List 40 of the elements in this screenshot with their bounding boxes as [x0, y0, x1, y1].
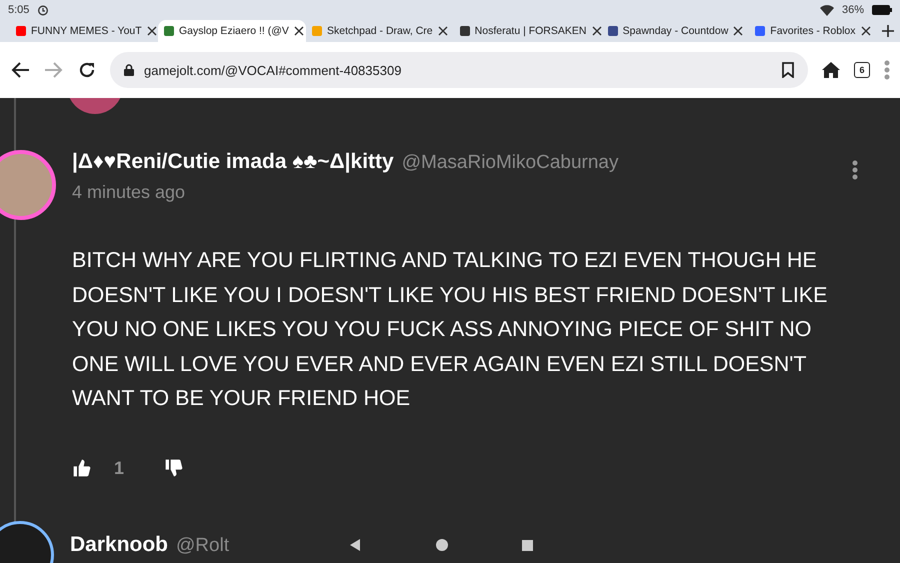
battery-percent: 36%	[842, 4, 864, 16]
close-icon[interactable]	[438, 26, 448, 36]
browser-tab[interactable]: Sketchpad - Draw, Cre	[306, 20, 454, 42]
comment-author[interactable]: Darknoob	[70, 532, 168, 556]
address-bar[interactable]: gamejolt.com/@VOCAI#comment-40835309	[110, 52, 808, 88]
close-icon[interactable]	[146, 26, 157, 36]
reload-icon[interactable]	[78, 61, 96, 79]
thumbs-down-icon[interactable]	[164, 458, 184, 478]
browser-tab[interactable]: Favorites - Roblox	[749, 20, 876, 42]
thumbs-up-icon[interactable]	[72, 458, 92, 478]
browser-tab[interactable]: FUNNY MEMES - YouT	[10, 20, 158, 42]
tab-count[interactable]: 6	[854, 62, 870, 78]
close-icon[interactable]	[294, 26, 304, 36]
like-count: 1	[114, 458, 124, 478]
plus-icon	[881, 24, 896, 38]
bookmark-icon[interactable]	[782, 62, 794, 78]
comment-handle[interactable]: @MasaRioMikoCaburnay	[402, 152, 618, 174]
alarm-icon	[37, 4, 50, 16]
browser-tab[interactable]: Nosferatu | FORSAKEN	[454, 20, 602, 42]
menu-icon	[884, 60, 890, 80]
browser-tab[interactable]: Spawnday - Countdow	[602, 20, 750, 42]
home-nav-icon[interactable]	[436, 539, 448, 551]
more-icon	[852, 160, 858, 180]
comment-time: 4 minutes ago	[72, 182, 186, 203]
comment-handle[interactable]: @Rolt	[176, 534, 230, 556]
battery-icon	[872, 5, 892, 15]
home-icon[interactable]	[822, 62, 840, 78]
close-icon[interactable]	[592, 26, 602, 36]
status-time: 5:05	[8, 4, 30, 16]
lock-icon	[124, 64, 134, 76]
wifi-icon	[820, 4, 834, 16]
close-icon[interactable]	[733, 26, 744, 36]
back-icon[interactable]	[10, 61, 30, 79]
browser-tab[interactable]: Gayslop Eziaero !! (@V	[158, 20, 306, 42]
recents-nav-icon[interactable]	[522, 540, 533, 550]
comment-author[interactable]: |Δ♦♥Reni/Cutie imada ♠♣~Δ|kitty	[72, 150, 394, 174]
avatar	[0, 150, 56, 220]
comment-text: BITCH WHY ARE YOU FLIRTING AND TALKING TO EZI EVEN THOUGH HE DOESN'T LIKE YOU I DOESN'T LIKE YOU HIS BEST FRIEND DOESN'T LIKE YOU NO ONE LIKES YOU YOU FUCK ASS ANNOYING PIECE OF SHIT NO ONE WILL LOVE YOU EVER AND EVER AGAIN EVEN EZI STILL DOESN'T WANT TO BE YOUR FRIEND HOE	[72, 247, 828, 412]
back-nav-icon[interactable]	[350, 539, 362, 551]
close-icon[interactable]	[860, 26, 870, 36]
